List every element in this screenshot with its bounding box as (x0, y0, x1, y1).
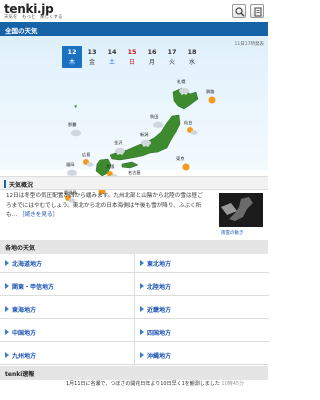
regions-heading: 各地の天気 (5, 245, 36, 252)
news-heading: tenki速報 (5, 371, 35, 378)
news-text: 1月11日に名瀬で、つぼさの開花日年より10日早く1を観測しました (66, 381, 220, 387)
section-accent (4, 180, 6, 188)
overview-text: 12日は冬型の気圧配置が西から緩みます。九州北部と山陰から北陸の雪は昼ごろまでに… (6, 192, 208, 221)
page-title: 全国の天気 (5, 27, 38, 35)
arrow-right-icon (5, 329, 9, 335)
sun-cloud-icon (187, 127, 198, 135)
overview-heading: 天気概況 (9, 182, 34, 189)
menu-icon (254, 7, 262, 17)
header: tenki.jp 天気を もっと 楽しくする (0, 0, 268, 22)
site-tagline: 天気を もっと 楽しくする (4, 15, 63, 20)
region-link[interactable]: 近畿地方 (135, 300, 269, 319)
region-label: 関東・甲信地方 (12, 284, 55, 291)
day-date: 15 (127, 48, 137, 56)
region-label: 九州地方 (12, 353, 37, 360)
day-tab[interactable]: 18 水 (182, 46, 202, 68)
day-weekday: 金 (88, 59, 95, 66)
city-label[interactable]: 札幌 (177, 79, 185, 85)
region-link[interactable]: 北陸地方 (135, 277, 269, 296)
region-label: 近畿地方 (147, 307, 172, 314)
day-tab[interactable]: 14 土 (102, 46, 122, 68)
day-tab[interactable]: 17 火 (162, 46, 182, 68)
arrow-right-icon (5, 283, 9, 289)
day-selector: 12 木 13 金 14 土 15 日 16 月 17 火 18 水 (62, 46, 202, 68)
sun-icon (182, 163, 190, 171)
region-label: 北陸地方 (147, 284, 172, 291)
read-more-link[interactable]: ［続きを見る］ (19, 212, 58, 218)
sun-icon (208, 96, 216, 104)
news-time: 10時45分 (221, 381, 245, 387)
snow-icon (153, 121, 163, 129)
day-weekday: 日 (128, 59, 135, 66)
region-label: 東海地方 (12, 307, 37, 314)
region-link[interactable]: 九州地方 (0, 346, 134, 365)
menu-button[interactable] (250, 4, 264, 18)
region-link[interactable]: 沖縄地方 (135, 346, 269, 365)
snow-icon (141, 139, 151, 147)
search-button[interactable] (232, 4, 246, 18)
day-date: 12 (67, 48, 77, 56)
day-date: 18 (187, 48, 197, 56)
region-label: 沖縄地方 (147, 353, 172, 360)
overview-section-header: 天気概況 (0, 176, 268, 190)
rain-cloud-thumbnail[interactable] (219, 193, 263, 227)
day-tab[interactable]: 13 金 (82, 46, 102, 68)
snow-icon (115, 147, 125, 155)
region-label: 東北地方 (147, 261, 172, 268)
region-link[interactable]: 中国地方 (0, 323, 134, 342)
region-label: 中国地方 (12, 330, 37, 337)
news-item[interactable]: 1月11日に名瀬で、つぼさの開花日年より10日早く1を観測しました 10時45分 (66, 380, 246, 388)
region-link[interactable]: 北海道地方 (0, 254, 134, 273)
day-weekday: 木 (68, 59, 75, 66)
day-weekday: 土 (108, 59, 115, 66)
arrow-right-icon (140, 352, 144, 358)
regions-section-header: 各地の天気 (0, 240, 268, 254)
day-date: 16 (147, 48, 157, 56)
search-icon (235, 7, 245, 17)
snow-icon (179, 87, 189, 95)
region-link[interactable]: 東海地方 (0, 300, 134, 319)
day-date: 17 (167, 48, 177, 56)
forecast-timestamp: 11日17時発表 (234, 42, 264, 47)
region-divider (134, 254, 135, 368)
cloud-icon (71, 129, 81, 137)
weather-map-panel: 11日17時発表 12 木 13 金 14 土 15 日 16 月 17 火 18 水 札幌 釧路 秋田 … (0, 36, 268, 203)
day-tab[interactable]: 16 月 (142, 46, 162, 68)
arrow-right-icon (5, 260, 9, 266)
day-weekday: 水 (188, 59, 195, 66)
day-weekday: 火 (168, 59, 175, 66)
region-link[interactable]: 四国地方 (135, 323, 269, 342)
day-tab[interactable]: 15 日 (122, 46, 142, 68)
arrow-right-icon (140, 329, 144, 335)
arrow-right-icon (140, 306, 144, 312)
region-label: 四国地方 (147, 330, 172, 337)
arrow-right-icon (140, 283, 144, 289)
page-title-bar: 全国の天気 (0, 22, 268, 36)
news-section-header: tenki速報 (0, 366, 268, 380)
arrow-right-icon (140, 260, 144, 266)
arrow-right-icon (5, 352, 9, 358)
day-date: 14 (107, 48, 117, 56)
arrow-right-icon (5, 306, 9, 312)
satellite-image (219, 193, 263, 227)
sun-cloud-icon (83, 159, 94, 167)
day-weekday: 月 (148, 59, 155, 66)
day-date: 13 (87, 48, 97, 56)
region-label: 北海道地方 (12, 261, 43, 268)
rain-cloud-caption[interactable]: 雨雲の動き (221, 230, 244, 236)
region-link[interactable]: 東北地方 (135, 254, 269, 273)
region-link[interactable]: 関東・甲信地方 (0, 277, 134, 296)
day-tab[interactable]: 12 木 (62, 46, 82, 68)
